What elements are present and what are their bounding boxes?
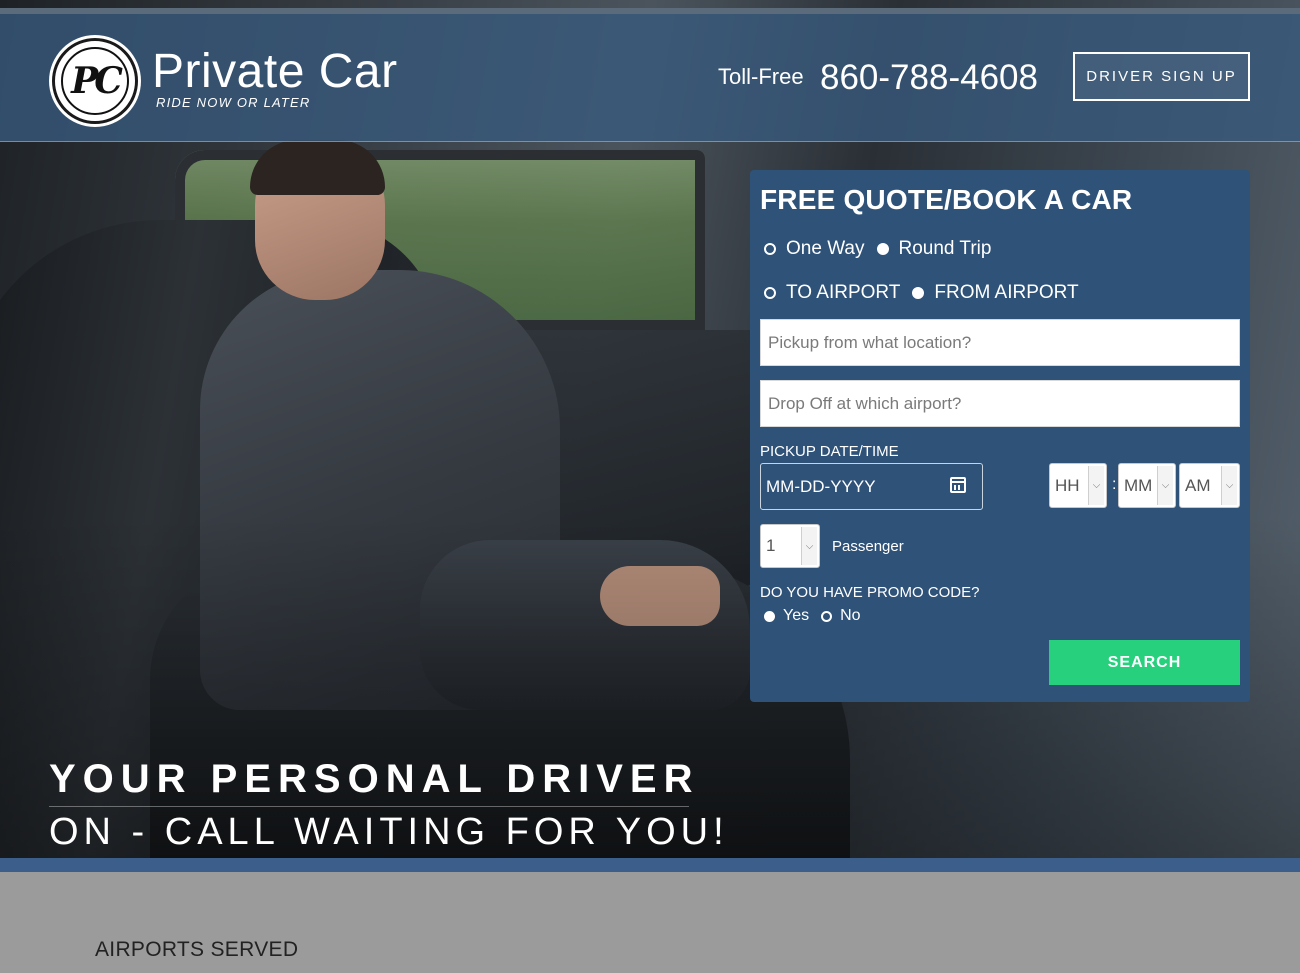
phone-label: Toll-Free xyxy=(718,64,804,89)
radio-promo-no[interactable] xyxy=(821,610,833,622)
radio-one-way[interactable] xyxy=(764,243,776,255)
radio-to-airport[interactable] xyxy=(764,287,776,299)
booking-title: FREE QUOTE/BOOK A CAR xyxy=(760,184,1133,215)
trip-type-group: One Way Round Trip xyxy=(764,238,1003,260)
passenger-select[interactable]: 1 ⌵ xyxy=(760,524,820,568)
radio-promo-yes[interactable] xyxy=(764,610,775,622)
driver-signup-button[interactable]: DRIVER SIGN UP xyxy=(1073,52,1250,101)
passenger-value: 1 xyxy=(766,536,776,555)
direction-group: TO AIRPORT FROM AIRPORT xyxy=(764,282,1091,304)
radio-from-airport[interactable] xyxy=(912,287,925,299)
site-header: PC Private Car RIDE NOW OR LATER Toll-Fr… xyxy=(0,14,1300,142)
brand-tagline: RIDE NOW OR LATER xyxy=(156,95,311,110)
booking-panel: FREE QUOTE/BOOK A CAR One Way Round Trip… xyxy=(750,170,1250,702)
hour-select[interactable]: HH ⌵ xyxy=(1049,463,1107,508)
airports-served-heading: AIRPORTS SERVED xyxy=(95,938,299,961)
hour-value: HH xyxy=(1055,475,1080,495)
radio-label-round-trip[interactable]: Round Trip xyxy=(899,238,992,260)
logo[interactable]: PC xyxy=(52,38,138,124)
promo-group: Yes No xyxy=(764,607,873,625)
pickup-datetime-label: PICKUP DATE/TIME xyxy=(760,443,899,460)
time-separator: : xyxy=(1112,476,1117,493)
date-placeholder: MM-DD-YYYY xyxy=(766,476,876,496)
radio-label-promo-yes[interactable]: Yes xyxy=(783,607,809,625)
radio-round-trip[interactable] xyxy=(876,243,889,255)
hero-tagline-secondary: ON - CALL WAITING FOR YOU! xyxy=(49,811,729,853)
chevron-down-icon: ⌵ xyxy=(1088,466,1104,505)
phone-number-link[interactable]: 860-788-4608 xyxy=(820,58,1038,98)
hero-tagline-primary: YOUR PERSONAL DRIVER xyxy=(49,757,700,801)
radio-label-from-airport[interactable]: FROM AIRPORT xyxy=(934,282,1078,304)
passenger-label: Passenger xyxy=(832,538,904,555)
brand-name[interactable]: Private Car xyxy=(152,44,398,99)
radio-label-one-way[interactable]: One Way xyxy=(786,238,865,260)
logo-mark: PC xyxy=(71,60,123,102)
chevron-down-icon: ⌵ xyxy=(1221,466,1237,505)
radio-label-to-airport[interactable]: TO AIRPORT xyxy=(786,282,900,304)
section-divider-band xyxy=(0,858,1300,872)
ampm-select[interactable]: AM ⌵ xyxy=(1179,463,1240,508)
tagline-divider xyxy=(49,806,689,807)
radio-label-promo-no[interactable]: No xyxy=(840,607,860,625)
search-button[interactable]: SEARCH xyxy=(1049,640,1240,685)
chevron-down-icon: ⌵ xyxy=(801,527,817,565)
ampm-value: AM xyxy=(1185,475,1211,495)
calendar-icon[interactable] xyxy=(950,477,966,493)
minute-value: MM xyxy=(1124,475,1153,495)
minute-select[interactable]: MM ⌵ xyxy=(1118,463,1176,508)
pickup-location-input[interactable] xyxy=(760,319,1240,366)
chevron-down-icon: ⌵ xyxy=(1157,466,1173,505)
promo-question: DO YOU HAVE PROMO CODE? xyxy=(760,584,980,601)
dropoff-airport-input[interactable] xyxy=(760,380,1240,427)
logo-inner: PC xyxy=(61,47,129,115)
